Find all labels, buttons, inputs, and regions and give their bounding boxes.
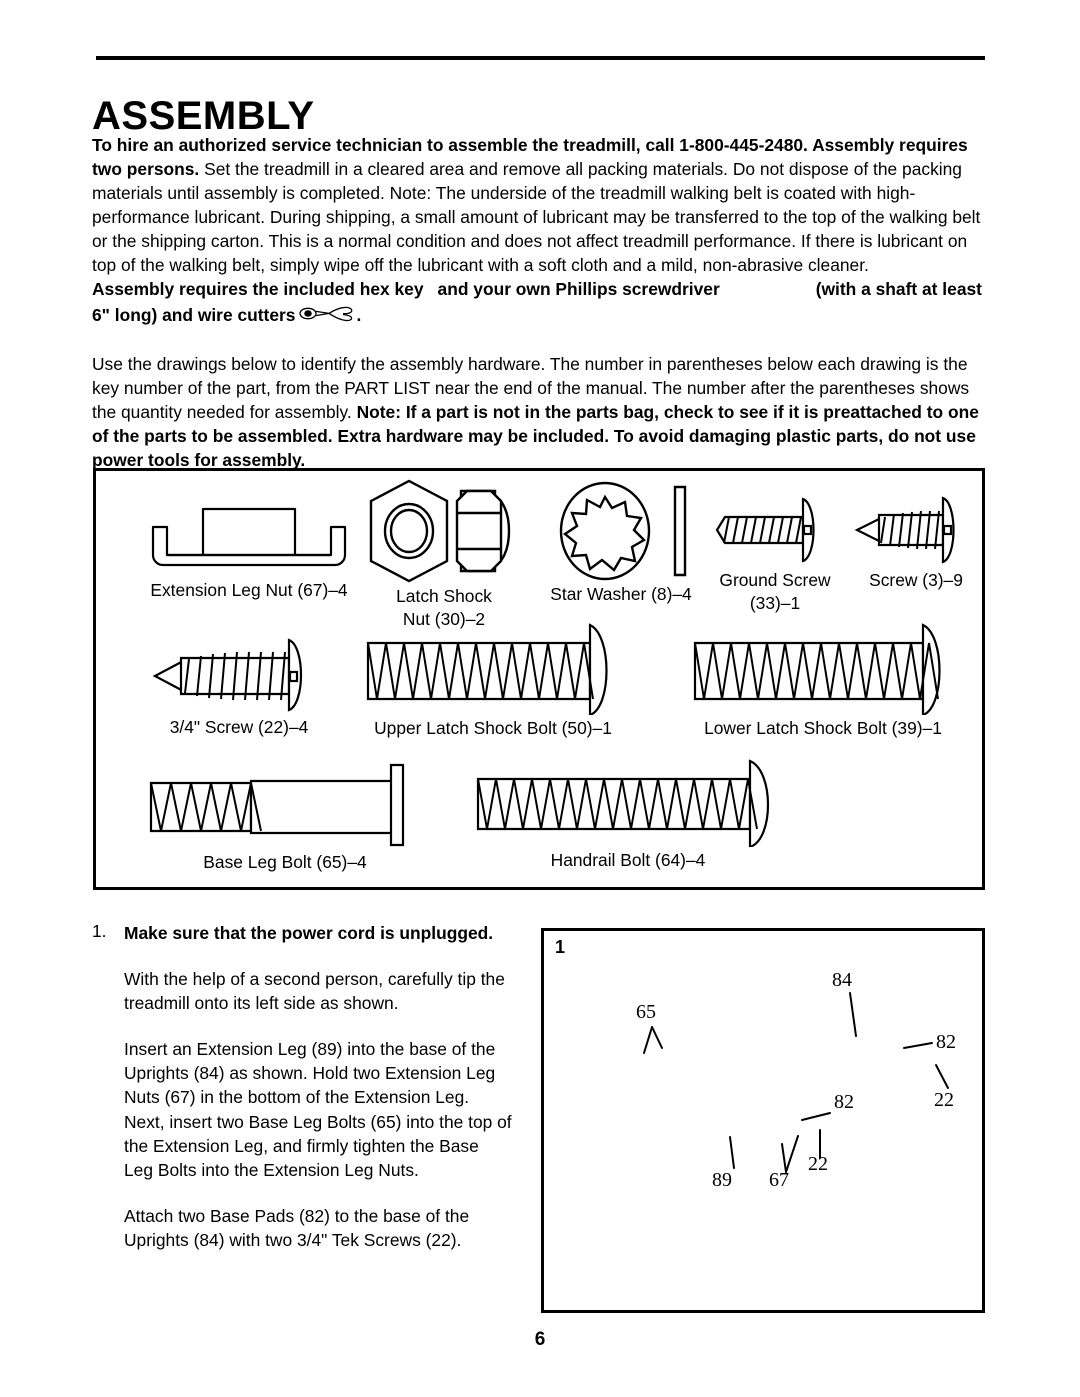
diagram-callout-22-lower: 22 [808,1153,828,1175]
tools-text-part-4: . [356,305,362,326]
hardware-item-screw: Screw (3)–9 [846,493,986,592]
hardware-label: Base Leg Bolt (65)–4 [203,852,367,872]
extension-leg-nut-icon [151,507,347,567]
page-title: ASSEMBLY [92,93,315,138]
intro-body-text: Set the treadmill in a cleared area and … [92,159,981,276]
hardware-item-upper-latch-shock-bolt: Upper Latch Shock Bolt (50)–1 [338,623,648,740]
page-number: 6 [534,1329,546,1350]
handrail-bolt-icon [476,759,769,847]
hardware-label: Ground Screw (33)–1 [719,570,831,613]
step-number: 1. [92,921,107,941]
hardware-label: Lower Latch Shock Bolt (39)–1 [704,718,942,738]
step-paragraph-2: Insert an Extension Leg (89) into the ba… [124,1039,512,1180]
hardware-illustration-box: Extension Leg Nut (67)–4 Latch Shock Nut… [93,468,985,890]
tools-paragraph: Assembly requires the included hex key an… [92,277,985,333]
upper-latch-shock-bolt-icon [366,623,608,715]
diagram-callout-89: 89 [712,1169,732,1191]
hardware-label: Extension Leg Nut (67)–4 [150,580,348,600]
hardware-item-handrail-bolt: Handrail Bolt (64)–4 [448,759,808,872]
tek-screw-icon [152,638,303,712]
manual-page: ASSEMBLY To hire an authorized service t… [0,0,1080,1397]
hardware-item-star-washer: Star Washer (8)–4 [536,481,706,606]
diagram-callout-67: 67 [769,1169,789,1191]
diagram-callout-65: 65 [636,1001,656,1023]
diagram-callout-84: 84 [832,969,852,991]
hardware-label: Screw (3)–9 [869,570,963,590]
step-paragraph-3: Attach two Base Pads (82) to the base of… [124,1205,470,1250]
step-lead-text: Make sure that the power cord is unplugg… [124,923,494,943]
wire-cutters-icon [299,301,355,333]
hardware-intro-paragraph: Use the drawings below to identify the a… [92,352,985,472]
lower-latch-shock-bolt-icon [693,623,941,715]
hardware-item-extension-leg-nut: Extension Leg Nut (67)–4 [124,489,374,602]
tools-text-part-1: Assembly requires the included hex key [92,279,424,299]
hardware-item-ground-screw: Ground Screw (33)–1 [696,493,854,615]
diagram-callout-22-upper: 22 [934,1089,954,1111]
base-leg-bolt-icon [149,763,405,847]
hardware-label: Upper Latch Shock Bolt (50)–1 [374,718,612,738]
diagram-callout-82-upper: 82 [936,1031,956,1053]
hardware-item-tek-screw: 3/4" Screw (22)–4 [124,636,354,739]
diagram-callout-82-lower: 82 [834,1091,854,1113]
diagram-leader-lines [643,992,949,1173]
step-paragraph-1: With the help of a second person, carefu… [124,969,505,1014]
tools-text-part-2: and your own Phillips screwdriver [437,279,720,299]
star-washer-icon [559,481,687,581]
hardware-item-base-leg-bolt: Base Leg Bolt (65)–4 [130,761,440,874]
header-rule [96,56,985,60]
hardware-item-lower-latch-shock-bolt: Lower Latch Shock Bolt (39)–1 [668,623,978,740]
hardware-label: 3/4" Screw (22)–4 [169,717,309,737]
hardware-item-latch-shock-nut: Latch Shock Nut (30)–2 [354,479,534,631]
screw-icon [854,496,955,564]
ground-screw-icon [715,497,815,563]
latch-shock-nut-icon [369,479,511,583]
step-diagram-box: 1 65 84 82 22 82 22 89 67 [541,928,985,1313]
hardware-label: Handrail Bolt (64)–4 [550,850,706,870]
intro-paragraph: To hire an authorized service technician… [92,133,985,278]
step-instructions: Make sure that the power cord is unplugg… [124,921,512,1252]
hardware-label: Star Washer (8)–4 [550,584,692,604]
